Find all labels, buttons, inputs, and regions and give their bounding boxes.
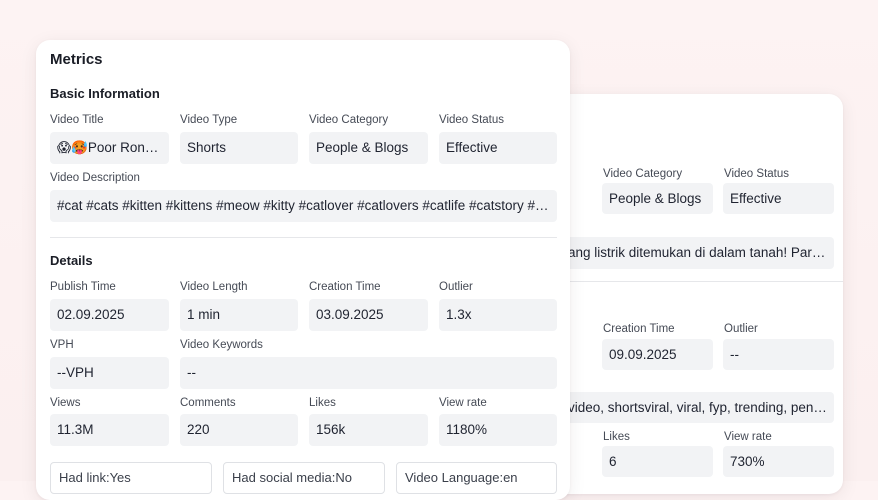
outlier-label: Outlier	[724, 323, 758, 335]
video-category-field: People & Blogs	[309, 132, 428, 164]
views-field: 11.3M	[50, 414, 169, 446]
video-description-field: ang listrik ditemukan di dalam tanah! Pa…	[548, 237, 834, 269]
video-description-label: Video Description	[50, 172, 140, 184]
video-category-label: Video Category	[603, 168, 683, 180]
video-title-field: 😱🥵Poor Ronal...	[50, 132, 169, 164]
video-length-label: Video Length	[180, 281, 248, 293]
had-link-tag: Had link:Yes	[50, 462, 212, 494]
vph-label: VPH	[50, 339, 74, 351]
video-type-label: Video Type	[180, 114, 238, 126]
details-heading: Details	[50, 253, 93, 268]
video-language-tag: Video Language:en	[396, 462, 557, 494]
comments-field: 220	[180, 414, 298, 446]
view-rate-field: 1180%	[439, 414, 557, 446]
video-status-label: Video Status	[439, 114, 505, 126]
video-category-label: Video Category	[309, 114, 389, 126]
video-keywords-field: video, shortsviral, viral, fyp, trending…	[548, 392, 834, 423]
publish-time-field: 02.09.2025	[50, 299, 169, 331]
video-status-field: Effective	[723, 183, 834, 214]
likes-label: Likes	[309, 397, 336, 409]
video-keywords-field: --	[180, 357, 557, 389]
video-status-label: Video Status	[724, 168, 790, 180]
section-divider	[548, 281, 843, 282]
views-label: Views	[50, 397, 81, 409]
metrics-card: Metrics Basic Information Video Title 😱🥵…	[36, 40, 570, 500]
section-divider	[50, 237, 557, 238]
likes-field: 6	[602, 446, 713, 477]
video-type-field: Shorts	[180, 132, 298, 164]
view-rate-label: View rate	[439, 397, 487, 409]
view-rate-label: View rate	[724, 431, 772, 443]
video-status-field: Effective	[439, 132, 557, 164]
metrics-title: Metrics	[50, 51, 103, 68]
basic-information-heading: Basic Information	[50, 86, 160, 101]
creation-time-label: Creation Time	[603, 323, 675, 335]
video-length-field: 1 min	[180, 299, 298, 331]
comments-label: Comments	[180, 397, 236, 409]
had-social-media-tag: Had social media:No	[223, 462, 385, 494]
likes-field: 156k	[309, 414, 428, 446]
creation-time-field: 09.09.2025	[602, 339, 713, 370]
background-metrics-card: Video Category People & Blogs Video Stat…	[548, 94, 843, 494]
video-keywords-label: Video Keywords	[180, 339, 263, 351]
outlier-field: 1.3x	[439, 299, 557, 331]
creation-time-field: 03.09.2025	[309, 299, 428, 331]
video-title-label: Video Title	[50, 114, 104, 126]
video-description-field: #cat #cats #kitten #kittens #meow #kitty…	[50, 190, 557, 222]
outlier-field: --	[723, 339, 834, 370]
vph-field: --VPH	[50, 357, 169, 389]
view-rate-field: 730%	[723, 446, 834, 477]
likes-label: Likes	[603, 431, 630, 443]
publish-time-label: Publish Time	[50, 281, 116, 293]
video-category-field: People & Blogs	[602, 183, 713, 214]
outlier-label: Outlier	[439, 281, 473, 293]
creation-time-label: Creation Time	[309, 281, 381, 293]
